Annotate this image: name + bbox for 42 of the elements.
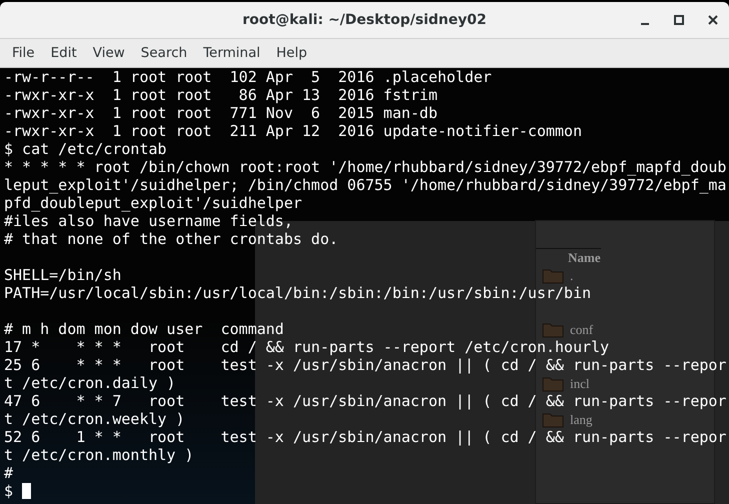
close-icon: [708, 15, 718, 25]
folder-name: conf: [570, 322, 594, 338]
terminal-line: t /etc/cron.monthly ): [4, 446, 194, 464]
terminal-line: -rwxr-xr-x 1 root root 86 Apr 13 2016 fstrim: [4, 86, 438, 104]
terminal-line: 52 6 1 * * root test -x /usr/sbin/anacron || ( cd / && run-parts --repor: [4, 428, 726, 446]
terminal-line: leput_exploit'/suidhelper; /bin/chmod 06755 '/home/rhubbard/sidney/39772/ebpf_ma: [4, 176, 726, 194]
terminal-line: 25 6 * * * root test -x /usr/sbin/anacron || ( cd / && run-parts --repor: [4, 356, 726, 374]
terminal-line: # that none of the other crontabs do.: [4, 230, 338, 248]
folder-name: lang: [570, 412, 592, 428]
menu-item[interactable]: Edit: [44, 41, 83, 65]
shell-prompt: $: [4, 482, 14, 500]
terminal-line: 47 6 * * 7 root test -x /usr/sbin/anacron || ( cd / && run-parts --repor: [4, 392, 726, 410]
terminal-line: -rwxr-xr-x 1 root root 211 Apr 12 2016 update-notifier-common: [4, 122, 582, 140]
menu-item[interactable]: File: [6, 41, 41, 65]
terminal-line: * * * * * root /bin/chown root:root '/home/rhubbard/sidney/39772/ebpf_mapfd_doub: [4, 158, 726, 176]
terminal-line: #iles also have username fields,: [4, 212, 293, 230]
window-title: root@kali: ~/Desktop/sidney02: [242, 12, 488, 28]
terminal-line: PATH=/usr/local/sbin:/usr/local/bin:/sbin:/bin:/usr/sbin:/usr/bin: [4, 284, 591, 302]
terminal-line: SHELL=/bin/sh: [4, 266, 122, 284]
terminal-line: 17 * * * * root cd / && run-parts --report /etc/cron.hourly: [4, 338, 610, 356]
terminal-line: $ cat /etc/crontab: [4, 140, 167, 158]
minimize-icon: [641, 23, 649, 25]
folder-icon: [542, 322, 564, 338]
terminal-line: # m h dom mon dow user command: [4, 320, 284, 338]
folder-icon: [542, 376, 564, 392]
maximize-icon: [674, 15, 684, 25]
terminal-line: #: [4, 464, 14, 482]
folder-name: incl: [570, 376, 590, 392]
folder-name: .: [570, 268, 574, 284]
terminal-line: -rw-r--r-- 1 root root 102 Apr 5 2016 .placeholder: [4, 68, 492, 86]
text-cursor: [22, 483, 32, 499]
terminal-line: pfd_doubleput_exploit'/suidhelper: [4, 194, 302, 212]
folder-icon: [542, 268, 564, 284]
terminal-line: -rwxr-xr-x 1 root root 771 Nov 6 2015 man-db: [4, 104, 438, 122]
folder-icon: [542, 412, 564, 428]
menu-item[interactable]: Terminal: [197, 41, 266, 65]
menu-item[interactable]: View: [86, 41, 131, 65]
terminal-line: t /etc/cron.weekly ): [4, 410, 185, 428]
menu-item[interactable]: Help: [270, 41, 314, 65]
menu-item[interactable]: Search: [134, 41, 194, 65]
column-header: Name: [536, 248, 600, 267]
terminal-line: t /etc/cron.daily ): [4, 374, 176, 392]
